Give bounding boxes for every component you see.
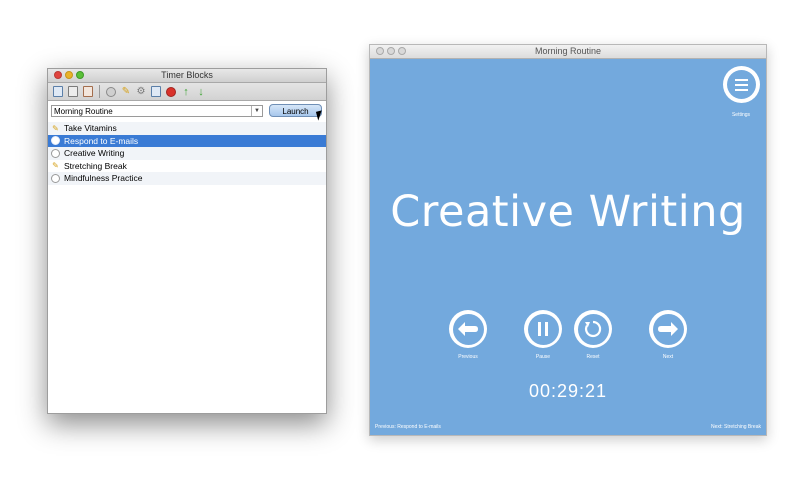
- delete-icon[interactable]: [165, 86, 177, 98]
- reset-button[interactable]: [574, 310, 612, 348]
- countdown-timer: 00:29:21: [528, 381, 608, 401]
- current-block-title: Creative Writing: [390, 187, 746, 237]
- reset-label: Reset: [586, 354, 600, 360]
- gear-icon[interactable]: ⚙: [135, 86, 147, 98]
- clock-icon: [51, 136, 60, 146]
- clock-icon: [51, 148, 60, 158]
- routine-select-value: Morning Routine: [54, 107, 113, 116]
- previous-block-label: Previous: Respond to E-mails: [375, 424, 441, 430]
- list-item[interactable]: Creative Writing: [48, 147, 326, 160]
- broom-icon: ✎: [52, 123, 59, 133]
- next-label: Next: [662, 354, 674, 360]
- pause-icon: [538, 322, 548, 336]
- morning-routine-window: Morning Routine Settings Creative Writin…: [369, 44, 767, 436]
- new-block-icon[interactable]: [52, 86, 64, 98]
- pause-label: Pause: [535, 354, 551, 360]
- toolbar: ✎ ⚙ ↑ ↓: [48, 83, 326, 101]
- list-item-label: Respond to E-mails: [64, 135, 139, 146]
- chevron-down-icon[interactable]: ▼: [251, 106, 262, 116]
- window-title: Morning Routine: [534, 46, 602, 56]
- move-down-icon[interactable]: ↓: [195, 86, 207, 98]
- menu-icon: [727, 70, 756, 99]
- list-item[interactable]: ✎ Take Vitamins: [48, 122, 326, 135]
- routine-select[interactable]: Morning Routine ▼: [51, 105, 263, 117]
- list-item-label: Take Vitamins: [64, 123, 117, 134]
- duplicate-icon[interactable]: [67, 86, 79, 98]
- settings-button[interactable]: [723, 66, 760, 103]
- list-item[interactable]: Mindfulness Practice: [48, 172, 326, 185]
- title-bar: Morning Routine: [370, 45, 766, 59]
- timer-blocks-window: Timer Blocks ✎ ⚙ ↑ ↓ Morning Routine ▼ L…: [47, 68, 327, 414]
- previous-button[interactable]: [449, 310, 487, 348]
- window-title: Timer Blocks: [161, 70, 213, 80]
- settings-label: Settings: [731, 112, 751, 118]
- broom-icon[interactable]: ✎: [120, 86, 132, 98]
- pause-button[interactable]: [524, 310, 562, 348]
- title-bar: Timer Blocks: [48, 69, 326, 83]
- list-item[interactable]: ✎ Stretching Break: [48, 160, 326, 173]
- zoom-icon[interactable]: [105, 86, 117, 98]
- list-item-label: Stretching Break: [64, 160, 127, 171]
- previous-arrow-icon: [458, 322, 478, 336]
- toolbar-divider: [99, 85, 100, 98]
- timer-block-list: ✎ Take Vitamins Respond to E-mails Creat…: [48, 122, 326, 413]
- list-item-label: Creative Writing: [64, 148, 125, 159]
- previous-label: Previous: [458, 354, 478, 360]
- list-item-label: Mindfulness Practice: [64, 173, 143, 184]
- broom-icon: ✎: [52, 161, 59, 171]
- launch-button[interactable]: Launch: [269, 104, 322, 117]
- routine-controls: Morning Routine ▼ Launch: [48, 101, 326, 121]
- import-icon[interactable]: [82, 86, 94, 98]
- reset-icon: [584, 320, 602, 338]
- move-up-icon[interactable]: ↑: [180, 86, 192, 98]
- list-item[interactable]: Respond to E-mails: [48, 134, 326, 147]
- next-arrow-icon: [658, 322, 678, 336]
- copy-icon[interactable]: [150, 86, 162, 98]
- clock-icon: [51, 173, 60, 183]
- next-block-label: Next: Stretching Break: [710, 424, 761, 430]
- next-button[interactable]: [649, 310, 687, 348]
- mouse-cursor-icon: [315, 110, 325, 121]
